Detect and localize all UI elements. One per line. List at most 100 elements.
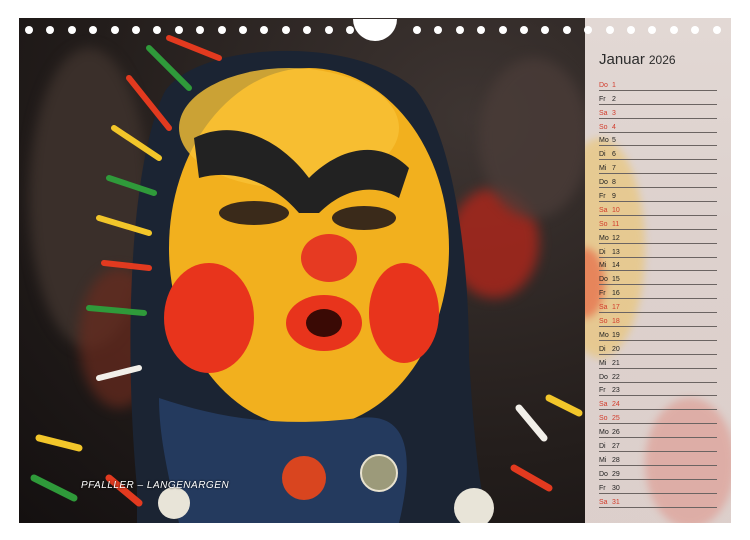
day-number: 11 bbox=[612, 220, 620, 228]
day-number: 31 bbox=[612, 498, 620, 506]
day-row: Di 20 bbox=[599, 341, 717, 355]
day-list: Do 1 Fr 2 Sa 3 So 4 Mo 5 Di 6 Mi 7 Do 8 Fr 9 Sa 10 So 11 Mo 12 D… bbox=[599, 77, 717, 508]
binding-hole bbox=[110, 26, 119, 34]
day-row: So 11 bbox=[599, 216, 717, 230]
binding-hole bbox=[455, 26, 464, 34]
calendar-sidebar: Januar 2026 Do 1 Fr 2 Sa 3 So 4 Mo 5 Di 6 Mi 7 Do 8 Fr 9 Sa… bbox=[585, 18, 731, 523]
day-number: 4 bbox=[612, 123, 616, 131]
binding-hole bbox=[434, 26, 443, 34]
day-number: 9 bbox=[612, 193, 616, 201]
day-of-week: So bbox=[599, 123, 608, 131]
binding-hole bbox=[303, 26, 312, 34]
day-number: 23 bbox=[612, 387, 620, 395]
day-number: 29 bbox=[612, 470, 620, 478]
day-number: 21 bbox=[612, 359, 620, 367]
day-row: Mi 28 bbox=[599, 452, 717, 466]
binding-hole bbox=[174, 26, 183, 34]
day-number: 16 bbox=[612, 290, 620, 298]
day-of-week: Mo bbox=[599, 234, 609, 242]
day-row: Do 22 bbox=[599, 369, 717, 383]
month-year: 2026 bbox=[648, 53, 676, 67]
day-number: 27 bbox=[612, 443, 620, 451]
day-number: 26 bbox=[612, 429, 620, 437]
day-number: 30 bbox=[612, 484, 620, 492]
binding-hole bbox=[669, 26, 678, 34]
binding-hole bbox=[89, 26, 98, 34]
binding-hole bbox=[605, 26, 614, 34]
day-number: 18 bbox=[612, 318, 620, 326]
binding-hole bbox=[324, 26, 333, 34]
day-of-week: Di bbox=[599, 151, 606, 159]
day-of-week: Do bbox=[599, 81, 608, 89]
day-row: Sa 17 bbox=[599, 299, 717, 314]
binding-hole bbox=[196, 26, 205, 34]
day-number: 12 bbox=[612, 234, 620, 242]
day-row: Di 27 bbox=[599, 438, 717, 453]
day-row: Di 6 bbox=[599, 146, 717, 161]
mask-photo: PFALLLER – LANGENARGEN bbox=[19, 18, 585, 523]
day-row: Mi 7 bbox=[599, 160, 717, 175]
mask-cheek-left bbox=[164, 263, 254, 373]
day-row: So 18 bbox=[599, 313, 717, 328]
day-number: 6 bbox=[612, 151, 616, 159]
day-of-week: So bbox=[599, 220, 608, 228]
day-number: 14 bbox=[612, 262, 620, 270]
day-of-week: Mo bbox=[599, 137, 609, 145]
day-number: 5 bbox=[612, 137, 616, 145]
binding-hole bbox=[627, 26, 635, 34]
day-of-week: Do bbox=[599, 470, 608, 478]
day-row: Do 29 bbox=[599, 466, 717, 480]
day-of-week: So bbox=[599, 318, 608, 326]
day-number: 8 bbox=[612, 179, 616, 187]
day-row: Fr 30 bbox=[599, 480, 717, 494]
day-number: 19 bbox=[612, 331, 620, 339]
binding-hole bbox=[46, 26, 55, 34]
month-title: Januar 2026 bbox=[599, 51, 676, 68]
day-of-week: Do bbox=[599, 179, 608, 187]
day-row: Sa 3 bbox=[599, 105, 717, 119]
day-number: 22 bbox=[612, 373, 620, 381]
day-of-week: Fr bbox=[599, 95, 606, 103]
day-row: Mo 19 bbox=[599, 327, 717, 341]
binding-hole bbox=[239, 26, 247, 34]
binding-hole bbox=[584, 26, 593, 34]
badge bbox=[282, 456, 326, 500]
day-row: Di 13 bbox=[599, 244, 717, 258]
day-row: Fr 23 bbox=[599, 383, 717, 397]
day-of-week: Di bbox=[599, 345, 606, 353]
binding-hole bbox=[346, 26, 354, 34]
day-row: Mo 5 bbox=[599, 133, 717, 147]
binding-hole bbox=[648, 26, 657, 34]
day-number: 28 bbox=[612, 456, 620, 464]
binding-hole bbox=[25, 26, 33, 34]
day-number: 2 bbox=[612, 95, 616, 103]
badge bbox=[360, 454, 398, 492]
binding-hole bbox=[477, 26, 486, 34]
mask-cheek-right bbox=[369, 263, 439, 363]
day-number: 3 bbox=[612, 109, 616, 117]
day-of-week: Fr bbox=[599, 484, 606, 492]
binding-holes bbox=[19, 26, 731, 38]
day-of-week: Sa bbox=[599, 109, 608, 117]
day-number: 13 bbox=[612, 248, 620, 256]
day-row: Mi 21 bbox=[599, 355, 717, 369]
day-of-week: Fr bbox=[599, 193, 606, 201]
day-row: Fr 9 bbox=[599, 188, 717, 203]
day-row: Mo 12 bbox=[599, 230, 717, 244]
day-of-week: Mo bbox=[599, 429, 609, 437]
day-of-week: Di bbox=[599, 443, 606, 451]
binding-hole bbox=[541, 26, 550, 34]
day-row: Sa 24 bbox=[599, 396, 717, 411]
binding-hole bbox=[562, 26, 571, 34]
day-of-week: Mi bbox=[599, 165, 607, 173]
day-row: Fr 2 bbox=[599, 91, 717, 105]
day-row: Do 1 bbox=[599, 77, 717, 91]
binding-hole bbox=[413, 26, 421, 34]
day-number: 20 bbox=[612, 345, 620, 353]
day-row: Sa 10 bbox=[599, 202, 717, 216]
day-row: Mi 14 bbox=[599, 258, 717, 272]
month-name: Januar bbox=[599, 51, 645, 68]
binding-hole bbox=[712, 26, 721, 34]
binding-hole bbox=[260, 26, 269, 34]
day-of-week: Di bbox=[599, 248, 606, 256]
